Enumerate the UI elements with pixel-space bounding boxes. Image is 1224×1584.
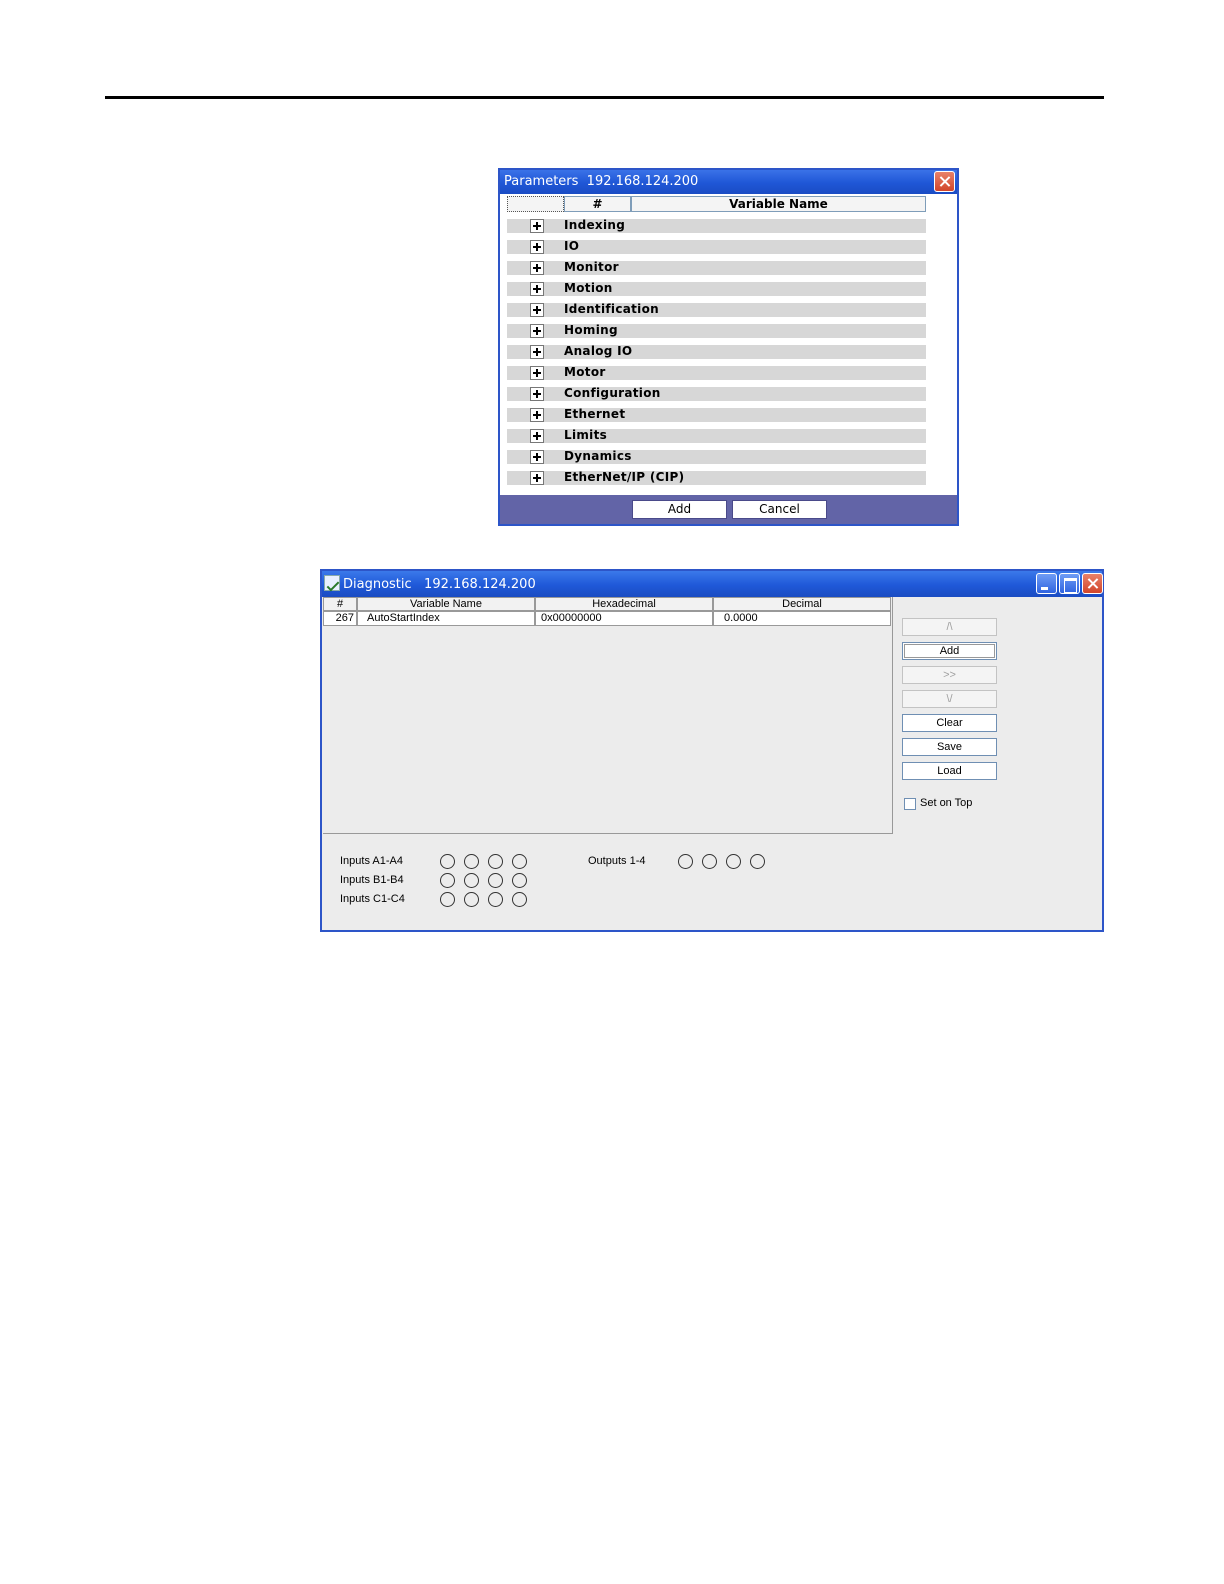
expand-plus-icon[interactable]	[530, 240, 544, 254]
expand-plus-icon[interactable]	[530, 303, 544, 317]
input-b2-led-icon	[464, 873, 479, 888]
add-button[interactable]: Add	[902, 642, 997, 660]
input-c3-led-icon	[488, 892, 503, 907]
close-icon[interactable]	[934, 171, 955, 192]
input-a2-led-icon	[464, 854, 479, 869]
tree-group-label: Analog IO	[564, 344, 633, 358]
expand-plus-icon[interactable]	[530, 324, 544, 338]
minimize-icon[interactable]	[1036, 573, 1057, 594]
diagnostic-titlebar[interactable]: Diagnostic 192.168.124.200	[322, 571, 1103, 597]
input-a3-led-icon	[488, 854, 503, 869]
outputs-label: Outputs 1-4	[588, 855, 646, 867]
expand-plus-icon[interactable]	[530, 366, 544, 380]
column-header-decimal[interactable]: Decimal	[713, 597, 891, 611]
tree-group-label: Limits	[564, 428, 608, 442]
set-on-top-checkbox[interactable]	[904, 798, 916, 810]
tree-group-identification[interactable]: Identification	[507, 302, 926, 317]
add-button[interactable]: Add	[632, 500, 727, 519]
diagnostic-window: Diagnostic 192.168.124.200 # Variable Na…	[320, 569, 1104, 932]
input-b3-led-icon	[488, 873, 503, 888]
tree-group-label: Monitor	[564, 260, 619, 274]
column-header-number[interactable]: #	[564, 196, 631, 212]
parameters-column-header: # Variable Name	[507, 196, 926, 212]
column-header-number[interactable]: #	[323, 597, 357, 611]
tree-group-label: Indexing	[564, 218, 626, 232]
tree-group-dynamics[interactable]: Dynamics	[507, 449, 926, 464]
tree-group-label: Dynamics	[564, 449, 632, 463]
tree-group-limits[interactable]: Limits	[507, 428, 926, 443]
tree-group-io[interactable]: IO	[507, 239, 926, 254]
tree-group-monitor[interactable]: Monitor	[507, 260, 926, 275]
tree-group-label: IO	[564, 239, 580, 253]
save-button[interactable]: Save	[902, 738, 997, 756]
tree-group-label: Homing	[564, 323, 618, 337]
parameters-button-bar: Add Cancel	[500, 495, 957, 524]
tree-group-analog-io[interactable]: Analog IO	[507, 344, 926, 359]
tree-group-label: Motor	[564, 365, 606, 379]
table-cell-hexadecimal[interactable]: 0x00000000	[535, 611, 713, 626]
tree-group-configuration[interactable]: Configuration	[507, 386, 926, 401]
parameters-title: Parameters 192.168.124.200	[504, 174, 699, 189]
column-header-variable-name[interactable]: Variable Name	[631, 196, 926, 212]
close-icon[interactable]	[1082, 573, 1103, 594]
expand-plus-icon[interactable]	[530, 282, 544, 296]
output-4-led-icon	[750, 854, 765, 869]
column-header-hexadecimal[interactable]: Hexadecimal	[535, 597, 713, 611]
expand-plus-icon[interactable]	[530, 345, 544, 359]
expand-plus-icon[interactable]	[530, 429, 544, 443]
input-b1-led-icon	[440, 873, 455, 888]
cancel-button[interactable]: Cancel	[732, 500, 827, 519]
clear-button[interactable]: Clear	[902, 714, 997, 732]
expand-plus-icon[interactable]	[530, 219, 544, 233]
inputs-a-label: Inputs A1-A4	[340, 855, 403, 867]
expand-plus-icon[interactable]	[530, 450, 544, 464]
tree-group-motion[interactable]: Motion	[507, 281, 926, 296]
tree-group-label: Configuration	[564, 386, 661, 400]
table-cell-variable-name[interactable]: AutoStartIndex	[357, 611, 535, 626]
tree-group-label: Ethernet	[564, 407, 626, 421]
expand-plus-icon[interactable]	[530, 387, 544, 401]
output-2-led-icon	[702, 854, 717, 869]
diagnostic-title: Diagnostic 192.168.124.200	[343, 577, 536, 592]
inputs-b-label: Inputs B1-B4	[340, 874, 404, 886]
set-on-top-label: Set on Top	[920, 797, 973, 809]
input-c4-led-icon	[512, 892, 527, 907]
output-1-led-icon	[678, 854, 693, 869]
maximize-icon[interactable]	[1059, 573, 1080, 594]
tree-group-label: Motion	[564, 281, 613, 295]
parameters-dialog: Parameters 192.168.124.200 # Variable Na…	[498, 168, 959, 526]
tree-group-label: EtherNet/IP (CIP)	[564, 470, 685, 484]
input-b4-led-icon	[512, 873, 527, 888]
expand-plus-icon[interactable]	[530, 471, 544, 485]
app-logo-icon	[324, 575, 340, 591]
tree-group-ethernet[interactable]: Ethernet	[507, 407, 926, 422]
expand-plus-icon[interactable]	[530, 261, 544, 275]
input-c2-led-icon	[464, 892, 479, 907]
input-c1-led-icon	[440, 892, 455, 907]
tree-group-motor[interactable]: Motor	[507, 365, 926, 380]
input-a4-led-icon	[512, 854, 527, 869]
input-a1-led-icon	[440, 854, 455, 869]
table-cell-decimal[interactable]: 0.0000	[713, 611, 891, 626]
forward-button[interactable]: >>	[902, 666, 997, 684]
table-cell-number[interactable]: 267	[323, 611, 357, 626]
output-3-led-icon	[726, 854, 741, 869]
column-header-expander[interactable]	[507, 196, 564, 212]
move-up-button[interactable]: /\	[902, 618, 997, 636]
page-header-rule	[105, 96, 1104, 99]
column-header-variable-name[interactable]: Variable Name	[357, 597, 535, 611]
tree-group-ethernet-ip-cip[interactable]: EtherNet/IP (CIP)	[507, 470, 926, 485]
diagnostic-variable-grid[interactable]: # Variable Name Hexadecimal Decimal 267 …	[323, 597, 893, 834]
tree-group-label: Identification	[564, 302, 659, 316]
move-down-button[interactable]: \/	[902, 690, 997, 708]
load-button[interactable]: Load	[902, 762, 997, 780]
expand-plus-icon[interactable]	[530, 408, 544, 422]
parameters-titlebar[interactable]: Parameters 192.168.124.200	[500, 170, 957, 194]
tree-group-indexing[interactable]: Indexing	[507, 218, 926, 233]
inputs-c-label: Inputs C1-C4	[340, 893, 405, 905]
tree-group-homing[interactable]: Homing	[507, 323, 926, 338]
